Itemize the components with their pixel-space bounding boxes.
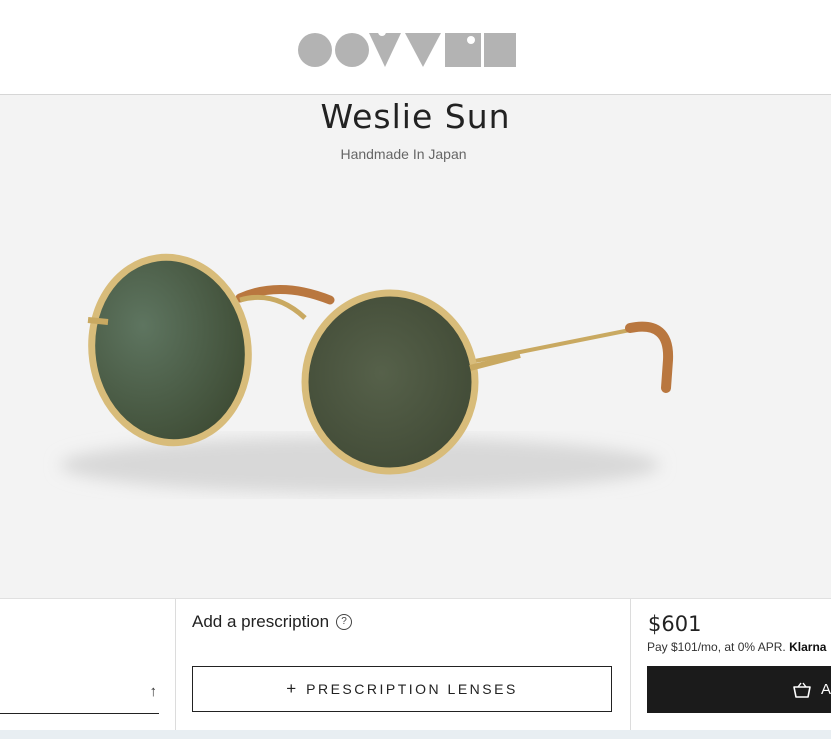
column-divider [630,599,631,731]
oliver-peoples-logo[interactable] [298,32,516,68]
plus-icon: + [286,679,297,698]
product-title: Weslie Sun [320,97,511,136]
prescription-lenses-label: PRESCRIPTION LENSES [306,681,518,697]
left-select-field[interactable]: ↑ [0,676,159,714]
product-tagline: Handmade In Japan [340,146,467,162]
help-icon[interactable]: ? [336,614,353,630]
financing-text: Pay $101/mo, at 0% APR. [647,640,786,654]
add-to-bag-label: A [821,681,831,698]
prescription-lenses-button[interactable]: + PRESCRIPTION LENSES [192,666,612,712]
add-prescription-label: Add a prescription ? [192,612,353,632]
add-prescription-text: Add a prescription [192,612,330,631]
add-to-bag-button[interactable]: A [647,666,831,713]
site-header [0,0,831,95]
financing-info: Pay $101/mo, at 0% APR. Klarna [647,640,826,654]
footer-strip [0,730,831,739]
sunglasses-image [60,253,674,493]
shopping-bag-icon [793,682,811,698]
column-divider [175,599,176,731]
product-price: $601 [648,612,702,636]
klarna-logo[interactable]: Klarna [789,640,826,654]
arrow-up-icon[interactable]: ↑ [150,684,158,699]
